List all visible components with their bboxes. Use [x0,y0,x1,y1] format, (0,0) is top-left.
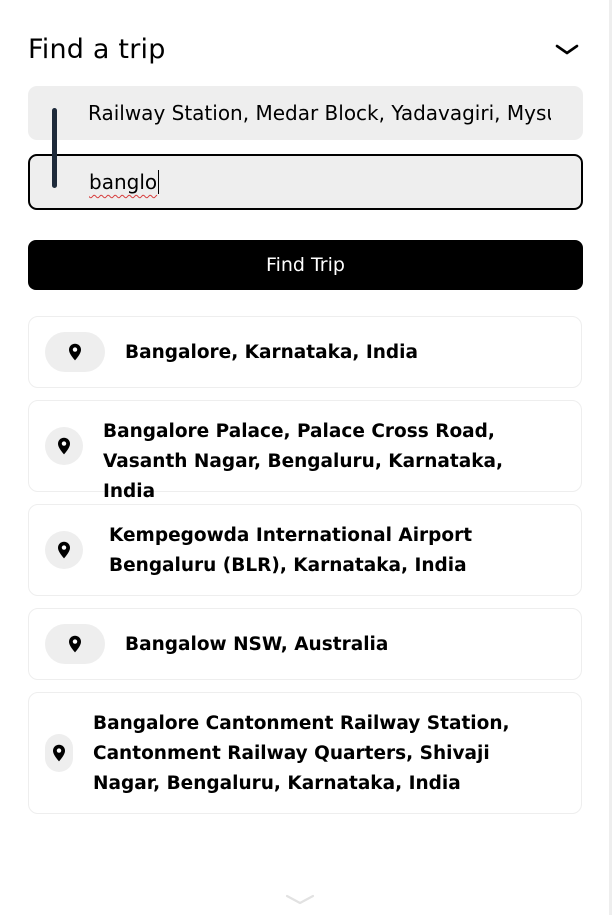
suggestion-item[interactable]: Kempegowda International Airport Bengalu… [28,504,582,596]
find-trip-button[interactable]: Find Trip [28,240,583,290]
chevron-down-icon [555,44,579,55]
suggestion-item[interactable]: Bangalore, Karnataka, India [28,316,582,388]
scroll-down-icon[interactable] [284,890,316,910]
suggestion-label: Bangalore Cantonment Railway Station, Ca… [93,713,510,794]
trip-inputs: Railway Station, Medar Block, Yadavagiri… [28,86,584,211]
suggestion-label: Bangalore, Karnataka, India [125,342,418,363]
location-pin-icon [45,624,105,664]
destination-field[interactable]: banglo [28,154,583,210]
location-pin-icon [45,531,83,569]
origin-field[interactable]: Railway Station, Medar Block, Yadavagiri… [28,86,583,140]
origin-value: Railway Station, Medar Block, Yadavagiri… [88,101,551,125]
route-connector-line [52,108,57,188]
suggestion-item[interactable]: Bangalore Cantonment Railway Station, Ca… [28,692,582,814]
collapse-button[interactable] [552,38,582,62]
page-title: Find a trip [28,34,166,65]
suggestion-item[interactable]: Bangalow NSW, Australia [28,608,582,680]
suggestion-label: Bangalow NSW, Australia [125,634,389,655]
suggestion-item[interactable]: Bangalore Palace, Palace Cross Road, Vas… [28,400,582,502]
location-pin-icon [45,427,83,465]
location-pin-icon [45,332,105,372]
location-pin-icon [45,734,73,772]
destination-value: banglo [89,170,158,194]
text-cursor [158,170,160,194]
suggestion-label: Kempegowda International Airport Bengalu… [109,525,473,576]
suggestion-label: Bangalore Palace, Palace Cross Road, Vas… [103,421,504,502]
find-trip-panel: Find a trip Railway Station, Medar Block… [0,0,612,915]
